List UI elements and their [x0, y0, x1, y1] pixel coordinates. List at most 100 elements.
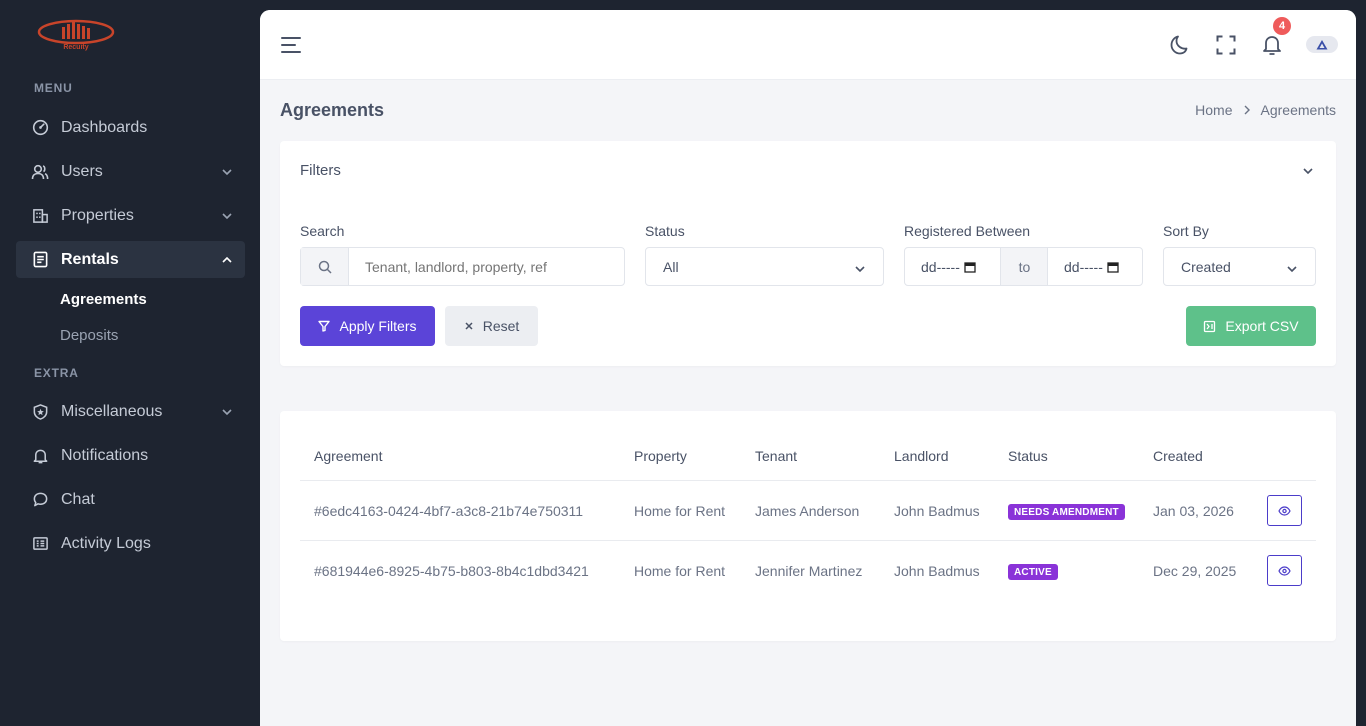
chevron-down-icon [854, 262, 866, 274]
apply-filters-label: Apply Filters [339, 318, 417, 334]
notification-bell-icon[interactable] [1260, 32, 1284, 58]
export-file-icon [1203, 320, 1216, 333]
page-title: Agreements [280, 100, 385, 120]
property-cell: Home for Rent [634, 563, 726, 579]
date-from-value: dd----- [921, 258, 960, 275]
building-icon [31, 207, 49, 225]
breadcrumb-home[interactable]: Home [1195, 102, 1232, 118]
eye-icon [1278, 565, 1291, 576]
chevron-down-icon [221, 165, 233, 177]
sidebar-item-label: Rentals [61, 250, 119, 268]
chevron-up-icon [221, 253, 233, 265]
reset-button[interactable]: Reset [445, 306, 538, 346]
sidebar-item-label: Miscellaneous [61, 402, 163, 420]
filter-icon [318, 320, 331, 332]
topbar: 4 [260, 10, 1356, 80]
date-to-input[interactable]: dd----- [1047, 247, 1143, 286]
search-input[interactable] [349, 258, 619, 275]
sort-by-label: Sort By [1163, 223, 1209, 239]
table-divider [300, 540, 1316, 541]
tenant-cell: James Anderson [755, 503, 860, 519]
log-icon [31, 535, 49, 553]
users-icon [31, 163, 49, 181]
export-csv-button[interactable]: Export CSV [1186, 306, 1316, 346]
search-label: Search [300, 223, 345, 239]
notification-count-badge: 4 [1273, 17, 1291, 35]
sidebar-item-label: Dashboards [61, 118, 148, 136]
chevron-down-icon[interactable] [1302, 164, 1314, 176]
view-agreement-button[interactable] [1267, 555, 1302, 586]
date-to-value: dd----- [1064, 258, 1103, 275]
status-badge: ACTIVE [1008, 564, 1058, 580]
sidebar-item-activity-logs[interactable]: Activity Logs [16, 525, 245, 562]
registered-between-label: Registered Between [904, 223, 1031, 239]
sidebar-item-rentals[interactable]: Rentals [16, 241, 245, 278]
sort-by-select-value: Created [1181, 258, 1231, 275]
agreement-ref[interactable]: #681944e6-8925-4b75-b803-8b4c1dbd3421 [314, 563, 589, 579]
chevron-down-icon [221, 405, 233, 417]
main-content: 4 Agreements Home Agreements Filters Sea… [260, 10, 1356, 726]
gauge-icon [31, 119, 49, 137]
column-header-agreement[interactable]: Agreement [314, 448, 382, 464]
calendar-icon [1107, 261, 1119, 273]
sidebar-item-chat[interactable]: Chat [16, 481, 245, 518]
sidebar-item-label: Activity Logs [61, 534, 151, 552]
landlord-cell: John Badmus [894, 563, 980, 579]
view-agreement-button[interactable] [1267, 495, 1302, 526]
sidebar-item-label: Chat [61, 490, 95, 508]
status-badge: NEEDS AMENDMENT [1008, 504, 1125, 520]
breadcrumb-chevron-icon [1243, 102, 1251, 118]
svg-text:Recuity: Recuity [63, 44, 88, 51]
sidebar-item-notifications[interactable]: Notifications [16, 437, 245, 474]
brand-logo[interactable]: Recuity [36, 18, 116, 52]
fullscreen-icon[interactable] [1215, 34, 1237, 56]
sidebar: Recuity MENU Dashboards Users Properties [0, 0, 260, 726]
hamburger-menu-icon[interactable] [280, 35, 302, 55]
apply-filters-button[interactable]: Apply Filters [300, 306, 435, 346]
column-header-created[interactable]: Created [1153, 448, 1203, 464]
sidebar-item-dashboards[interactable]: Dashboards [16, 109, 245, 146]
search-icon [301, 248, 349, 285]
column-header-property[interactable]: Property [634, 448, 687, 464]
avatar[interactable] [1306, 36, 1338, 53]
sidebar-item-miscellaneous[interactable]: Miscellaneous [16, 393, 245, 430]
breadcrumb: Home Agreements [1195, 102, 1336, 118]
chat-icon [31, 491, 49, 509]
status-label: Status [645, 223, 685, 239]
sort-by-select[interactable]: Created [1163, 247, 1316, 286]
table-divider [300, 480, 1316, 481]
created-cell: Jan 03, 2026 [1153, 503, 1234, 519]
column-header-landlord[interactable]: Landlord [894, 448, 949, 464]
date-range-separator: to [1001, 247, 1048, 286]
menu-section-title: MENU [34, 81, 73, 95]
sidebar-subitem-deposits[interactable]: Deposits [60, 327, 118, 344]
close-icon [464, 321, 474, 331]
agreement-ref[interactable]: #6edc4163-0424-4bf7-a3c8-21b74e750311 [314, 503, 583, 519]
created-cell: Dec 29, 2025 [1153, 563, 1237, 579]
property-cell: Home for Rent [634, 503, 726, 519]
column-header-tenant[interactable]: Tenant [755, 448, 797, 464]
document-icon [31, 251, 49, 269]
bell-icon [31, 447, 49, 465]
export-csv-label: Export CSV [1225, 318, 1299, 334]
extra-section-title: EXTRA [34, 366, 79, 380]
status-select[interactable]: All [645, 247, 884, 286]
sidebar-item-label: Users [61, 162, 103, 180]
search-input-group [300, 247, 625, 286]
breadcrumb-current: Agreements [1260, 102, 1336, 118]
date-from-input[interactable]: dd----- [904, 247, 1001, 286]
shield-star-icon [31, 403, 49, 421]
column-header-status[interactable]: Status [1008, 448, 1048, 464]
sidebar-item-properties[interactable]: Properties [16, 197, 245, 234]
sidebar-item-users[interactable]: Users [16, 153, 245, 190]
status-select-value: All [663, 258, 679, 275]
filters-title: Filters [300, 162, 341, 179]
dark-mode-moon-icon[interactable] [1168, 33, 1192, 57]
landlord-cell: John Badmus [894, 503, 980, 519]
eye-icon [1278, 505, 1291, 516]
sidebar-item-label: Notifications [61, 446, 149, 464]
tenant-cell: Jennifer Martinez [755, 563, 863, 579]
sidebar-subitem-agreements[interactable]: Agreements [60, 291, 147, 308]
agreements-table-card: Agreement Property Tenant Landlord Statu… [280, 411, 1336, 641]
sidebar-item-label: Properties [61, 206, 134, 224]
